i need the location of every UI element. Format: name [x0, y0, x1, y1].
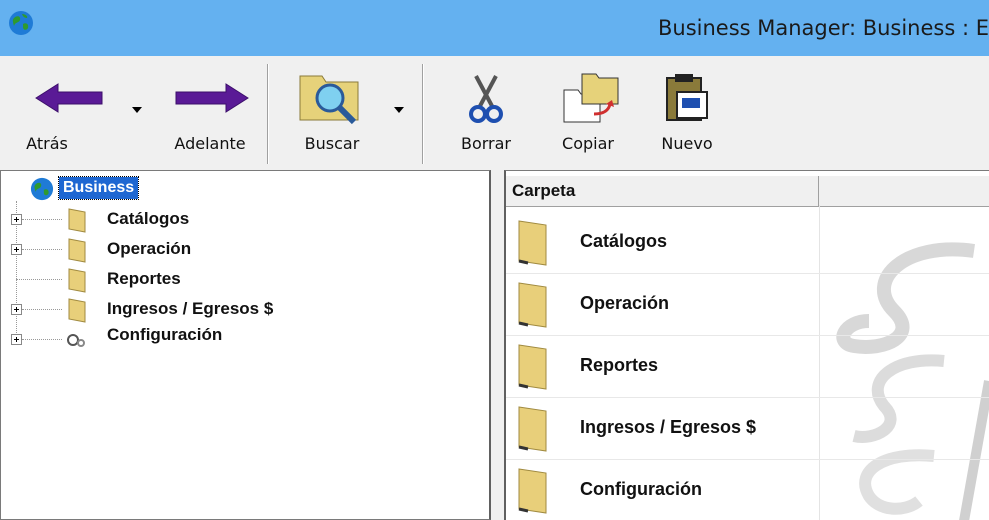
tree-root-business[interactable]: Business	[57, 176, 140, 200]
list-item[interactable]: Configuración	[506, 459, 989, 520]
back-button[interactable]: Atrás	[26, 56, 118, 166]
tree-item-reportes[interactable]: Reportes	[1, 265, 481, 295]
folder-icon	[68, 268, 86, 293]
tree-item-operacion[interactable]: Operación	[1, 235, 481, 265]
search-folder-icon	[299, 75, 359, 125]
folder-icon	[518, 220, 547, 266]
expand-icon[interactable]	[11, 304, 22, 315]
toolbar-separator	[267, 64, 269, 164]
gears-icon	[67, 334, 85, 347]
search-button[interactable]: Buscar	[282, 56, 382, 166]
list-item[interactable]: Operación	[506, 273, 989, 336]
delete-button[interactable]: Borrar	[448, 56, 524, 166]
folder-icon	[518, 468, 547, 514]
copy-button[interactable]: Copiar	[548, 56, 628, 166]
tree-item-ingresos-egresos[interactable]: Ingresos / Egresos $	[1, 295, 481, 325]
folder-icon	[518, 282, 547, 328]
globe-icon	[30, 177, 54, 201]
panel-splitter[interactable]	[491, 170, 504, 520]
folder-icon	[68, 238, 86, 263]
toolbar-separator	[422, 64, 424, 164]
title-bar: Business Manager: Business : E	[0, 0, 989, 56]
expand-icon[interactable]	[11, 334, 22, 345]
list-header: Carpeta	[506, 175, 989, 207]
window-title: Business Manager: Business : E	[657, 16, 989, 40]
scissors-icon	[469, 75, 503, 123]
list-item[interactable]: Catálogos	[506, 211, 989, 274]
forward-button[interactable]: Adelante	[160, 56, 260, 166]
toolbar: Atrás Adelante Buscar Borrar Copiar Nuev…	[0, 56, 989, 171]
folder-icon	[68, 298, 86, 323]
tree-item-catalogos[interactable]: Catálogos	[1, 205, 481, 235]
expand-icon[interactable]	[11, 214, 22, 225]
list-item[interactable]: Reportes	[506, 335, 989, 398]
folder-icon	[518, 344, 547, 390]
copy-icon	[563, 73, 619, 123]
back-arrow-icon	[35, 83, 103, 113]
forward-arrow-icon	[175, 83, 249, 113]
folder-list-view[interactable]: Carpeta Catálogos Operación Reportes Ing…	[504, 170, 989, 520]
folder-icon	[518, 406, 547, 452]
back-dropdown-icon[interactable]	[131, 106, 143, 114]
new-clipboard-icon	[666, 74, 708, 121]
search-dropdown-icon[interactable]	[393, 106, 405, 114]
navigation-tree[interactable]: Business Catálogos Operación Reportes In…	[0, 170, 491, 520]
folder-icon	[68, 208, 86, 233]
column-header-2[interactable]	[819, 176, 989, 206]
tree-item-configuracion[interactable]: Configuración	[1, 325, 481, 355]
expand-icon[interactable]	[11, 244, 22, 255]
globe-icon	[9, 11, 33, 35]
new-button[interactable]: Nuevo	[655, 56, 719, 166]
column-header-carpeta[interactable]: Carpeta	[506, 176, 819, 206]
list-item[interactable]: Ingresos / Egresos $	[506, 397, 989, 460]
